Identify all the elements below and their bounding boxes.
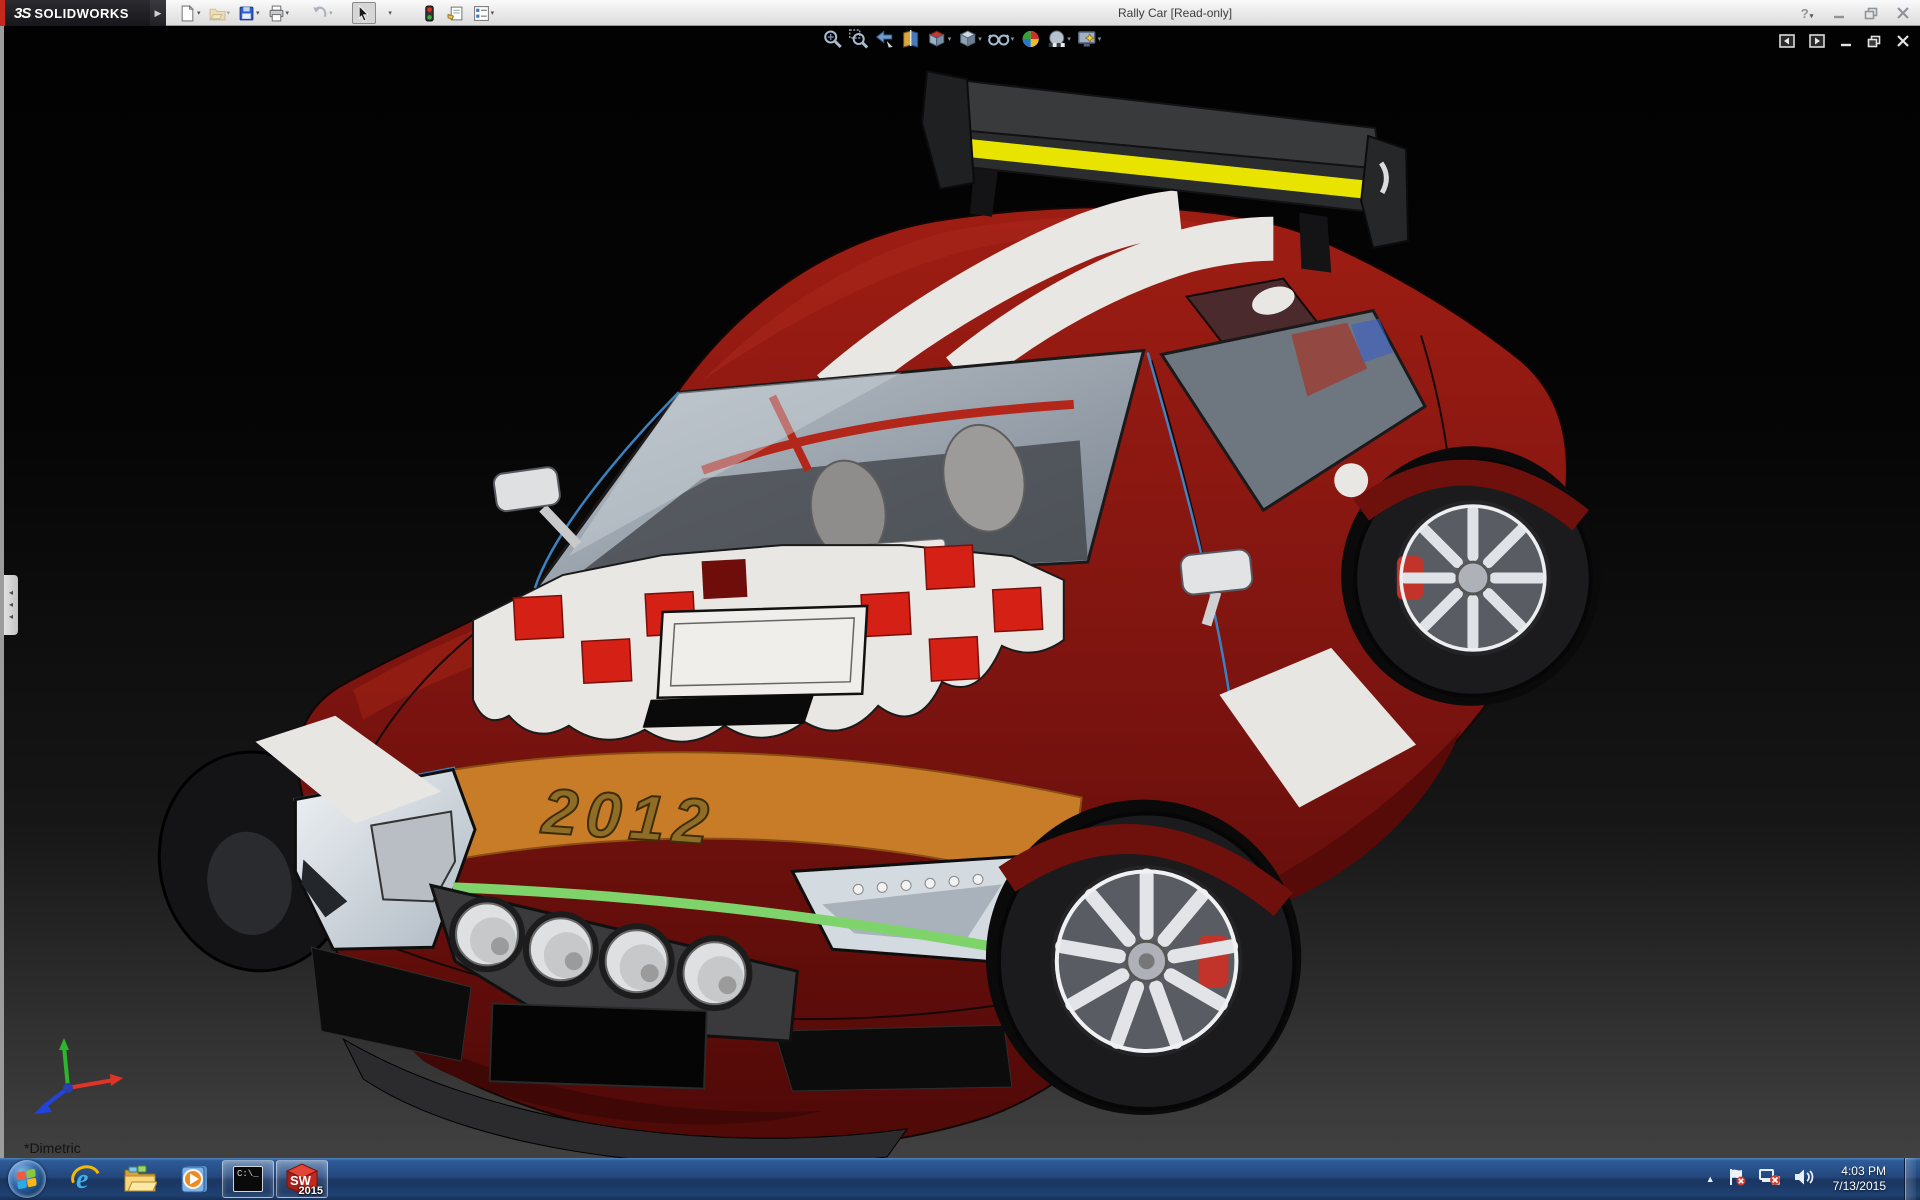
taskbar-media-player[interactable]	[168, 1160, 220, 1198]
graphics-area[interactable]: 2012	[0, 26, 1920, 1158]
show-desktop-button[interactable]	[1904, 1158, 1916, 1200]
edit-appearance-icon	[1020, 29, 1040, 49]
select-cursor-icon	[355, 5, 372, 22]
hide-show-items-icon	[988, 29, 1010, 49]
file-properties-button[interactable]	[444, 2, 468, 24]
view-orientation-icon	[927, 29, 947, 49]
front-right-wheel[interactable]	[986, 800, 1301, 1115]
rear-right-wheel[interactable]	[1341, 446, 1600, 705]
solidworks-logo[interactable]: 3S SOLIDWORKS	[0, 0, 150, 26]
decal-year-text: 2012	[539, 775, 719, 859]
feature-manager-collapsed-tab[interactable]: ◂ ◂ ◂	[4, 575, 18, 635]
window-controls: ?▾	[1796, 0, 1914, 26]
network-status-icon[interactable]	[1759, 1168, 1781, 1191]
title-bar: 3S SOLIDWORKS ▶ ▾ ▾	[0, 0, 1920, 26]
standard-toolbar: ▾ ▾ ▾ ▾	[176, 0, 497, 26]
file-properties-icon	[447, 5, 464, 22]
rebuild-traffic-light-icon	[421, 5, 438, 22]
apply-scene-button[interactable]: ▾	[1045, 28, 1072, 50]
view-orientation-button[interactable]: ▾	[926, 28, 953, 50]
document-window-controls	[1779, 34, 1910, 48]
minimize-button[interactable]	[1828, 7, 1850, 19]
next-document-button[interactable]	[1809, 34, 1825, 48]
folder-icon	[123, 1164, 157, 1194]
lower-grille-mesh	[774, 1025, 1012, 1091]
brand-glyph: 3S	[14, 5, 30, 22]
zoom-to-fit-button[interactable]	[822, 28, 844, 50]
display-style-button[interactable]: ▾	[956, 28, 983, 50]
collapse-arrow-icon: ◂	[9, 613, 13, 621]
doc-minimize-button[interactable]	[1839, 35, 1853, 47]
logo-accent	[0, 0, 5, 26]
hide-show-items-button[interactable]: ▾	[987, 28, 1016, 50]
left-mirror[interactable]	[493, 466, 578, 545]
close-button[interactable]	[1892, 7, 1914, 19]
open-document-button[interactable]: ▾	[206, 2, 234, 24]
system-tray: ▲	[1706, 1158, 1920, 1200]
media-player-icon	[178, 1163, 210, 1195]
taskbar-solidworks[interactable]: SW 2015	[276, 1160, 328, 1198]
taskbar-windows-explorer[interactable]	[114, 1160, 166, 1198]
previous-document-button[interactable]	[1779, 34, 1795, 48]
view-settings-icon	[1077, 29, 1097, 49]
view-settings-button[interactable]: ▾	[1076, 28, 1103, 50]
doc-restore-button[interactable]	[1867, 35, 1882, 48]
internet-explorer-icon: e	[70, 1163, 102, 1195]
heads-up-view-toolbar: ▾ ▾ ▾	[822, 28, 1103, 50]
clock-time: 4:03 PM	[1833, 1164, 1886, 1179]
apply-scene-icon	[1046, 29, 1066, 49]
rally-car-model[interactable]: 2012	[4, 26, 1920, 1158]
reference-triad	[26, 1036, 126, 1116]
taskbar-internet-explorer[interactable]: e	[60, 1160, 112, 1198]
section-view-icon	[901, 29, 921, 49]
collapse-arrow-icon: ◂	[9, 589, 13, 597]
solidworks-year-badge: 2015	[299, 1185, 323, 1197]
print-button[interactable]: ▾	[265, 2, 293, 24]
display-style-icon	[957, 29, 977, 49]
options-checklist-icon	[473, 5, 490, 22]
taskbar-clock[interactable]: 4:03 PM 7/13/2015	[1827, 1164, 1892, 1194]
doc-close-button[interactable]	[1896, 35, 1910, 47]
undo-button[interactable]: ▾	[308, 2, 336, 24]
undo-arrow-icon	[311, 5, 328, 22]
taskbar: e C:\_	[0, 1158, 1920, 1200]
view-orientation-label: *Dimetric	[24, 1140, 81, 1156]
clock-date: 7/13/2015	[1833, 1179, 1886, 1194]
brand-name: SOLIDWORKS	[34, 6, 129, 21]
new-document-button[interactable]: ▾	[176, 2, 204, 24]
windows-flag-icon	[16, 1169, 38, 1189]
action-center-icon[interactable]	[1727, 1168, 1747, 1191]
open-folder-icon	[209, 5, 226, 22]
restore-button[interactable]	[1860, 7, 1882, 20]
window-title: Rally Car [Read-only]	[1118, 0, 1232, 26]
edit-appearance-button[interactable]	[1019, 28, 1041, 50]
menu-expand-arrow[interactable]: ▶	[150, 0, 166, 26]
command-prompt-icon: C:\_	[233, 1166, 263, 1192]
previous-view-button[interactable]	[874, 28, 896, 50]
zoom-to-area-icon	[849, 29, 869, 49]
solidworks-window: 3S SOLIDWORKS ▶ ▾ ▾	[0, 0, 1920, 1200]
options-button[interactable]: ▾	[470, 2, 498, 24]
select-dropdown[interactable]: ▾	[378, 2, 402, 24]
new-document-icon	[179, 5, 196, 22]
license-plate	[490, 1003, 707, 1088]
start-button[interactable]	[8, 1160, 46, 1198]
zoom-to-fit-icon	[823, 29, 843, 49]
zoom-to-area-button[interactable]	[848, 28, 870, 50]
printer-icon	[268, 5, 285, 22]
help-button[interactable]: ?▾	[1796, 6, 1818, 21]
section-view-button[interactable]	[900, 28, 922, 50]
select-button[interactable]	[352, 2, 376, 24]
show-hidden-icons-button[interactable]: ▲	[1706, 1174, 1715, 1184]
save-button[interactable]: ▾	[235, 2, 263, 24]
collapse-arrow-icon: ◂	[9, 601, 13, 609]
previous-view-icon	[875, 29, 895, 49]
taskbar-command-prompt[interactable]: C:\_	[222, 1160, 274, 1198]
volume-icon[interactable]	[1793, 1168, 1815, 1191]
save-floppy-icon	[238, 5, 255, 22]
rebuild-button[interactable]	[418, 2, 442, 24]
